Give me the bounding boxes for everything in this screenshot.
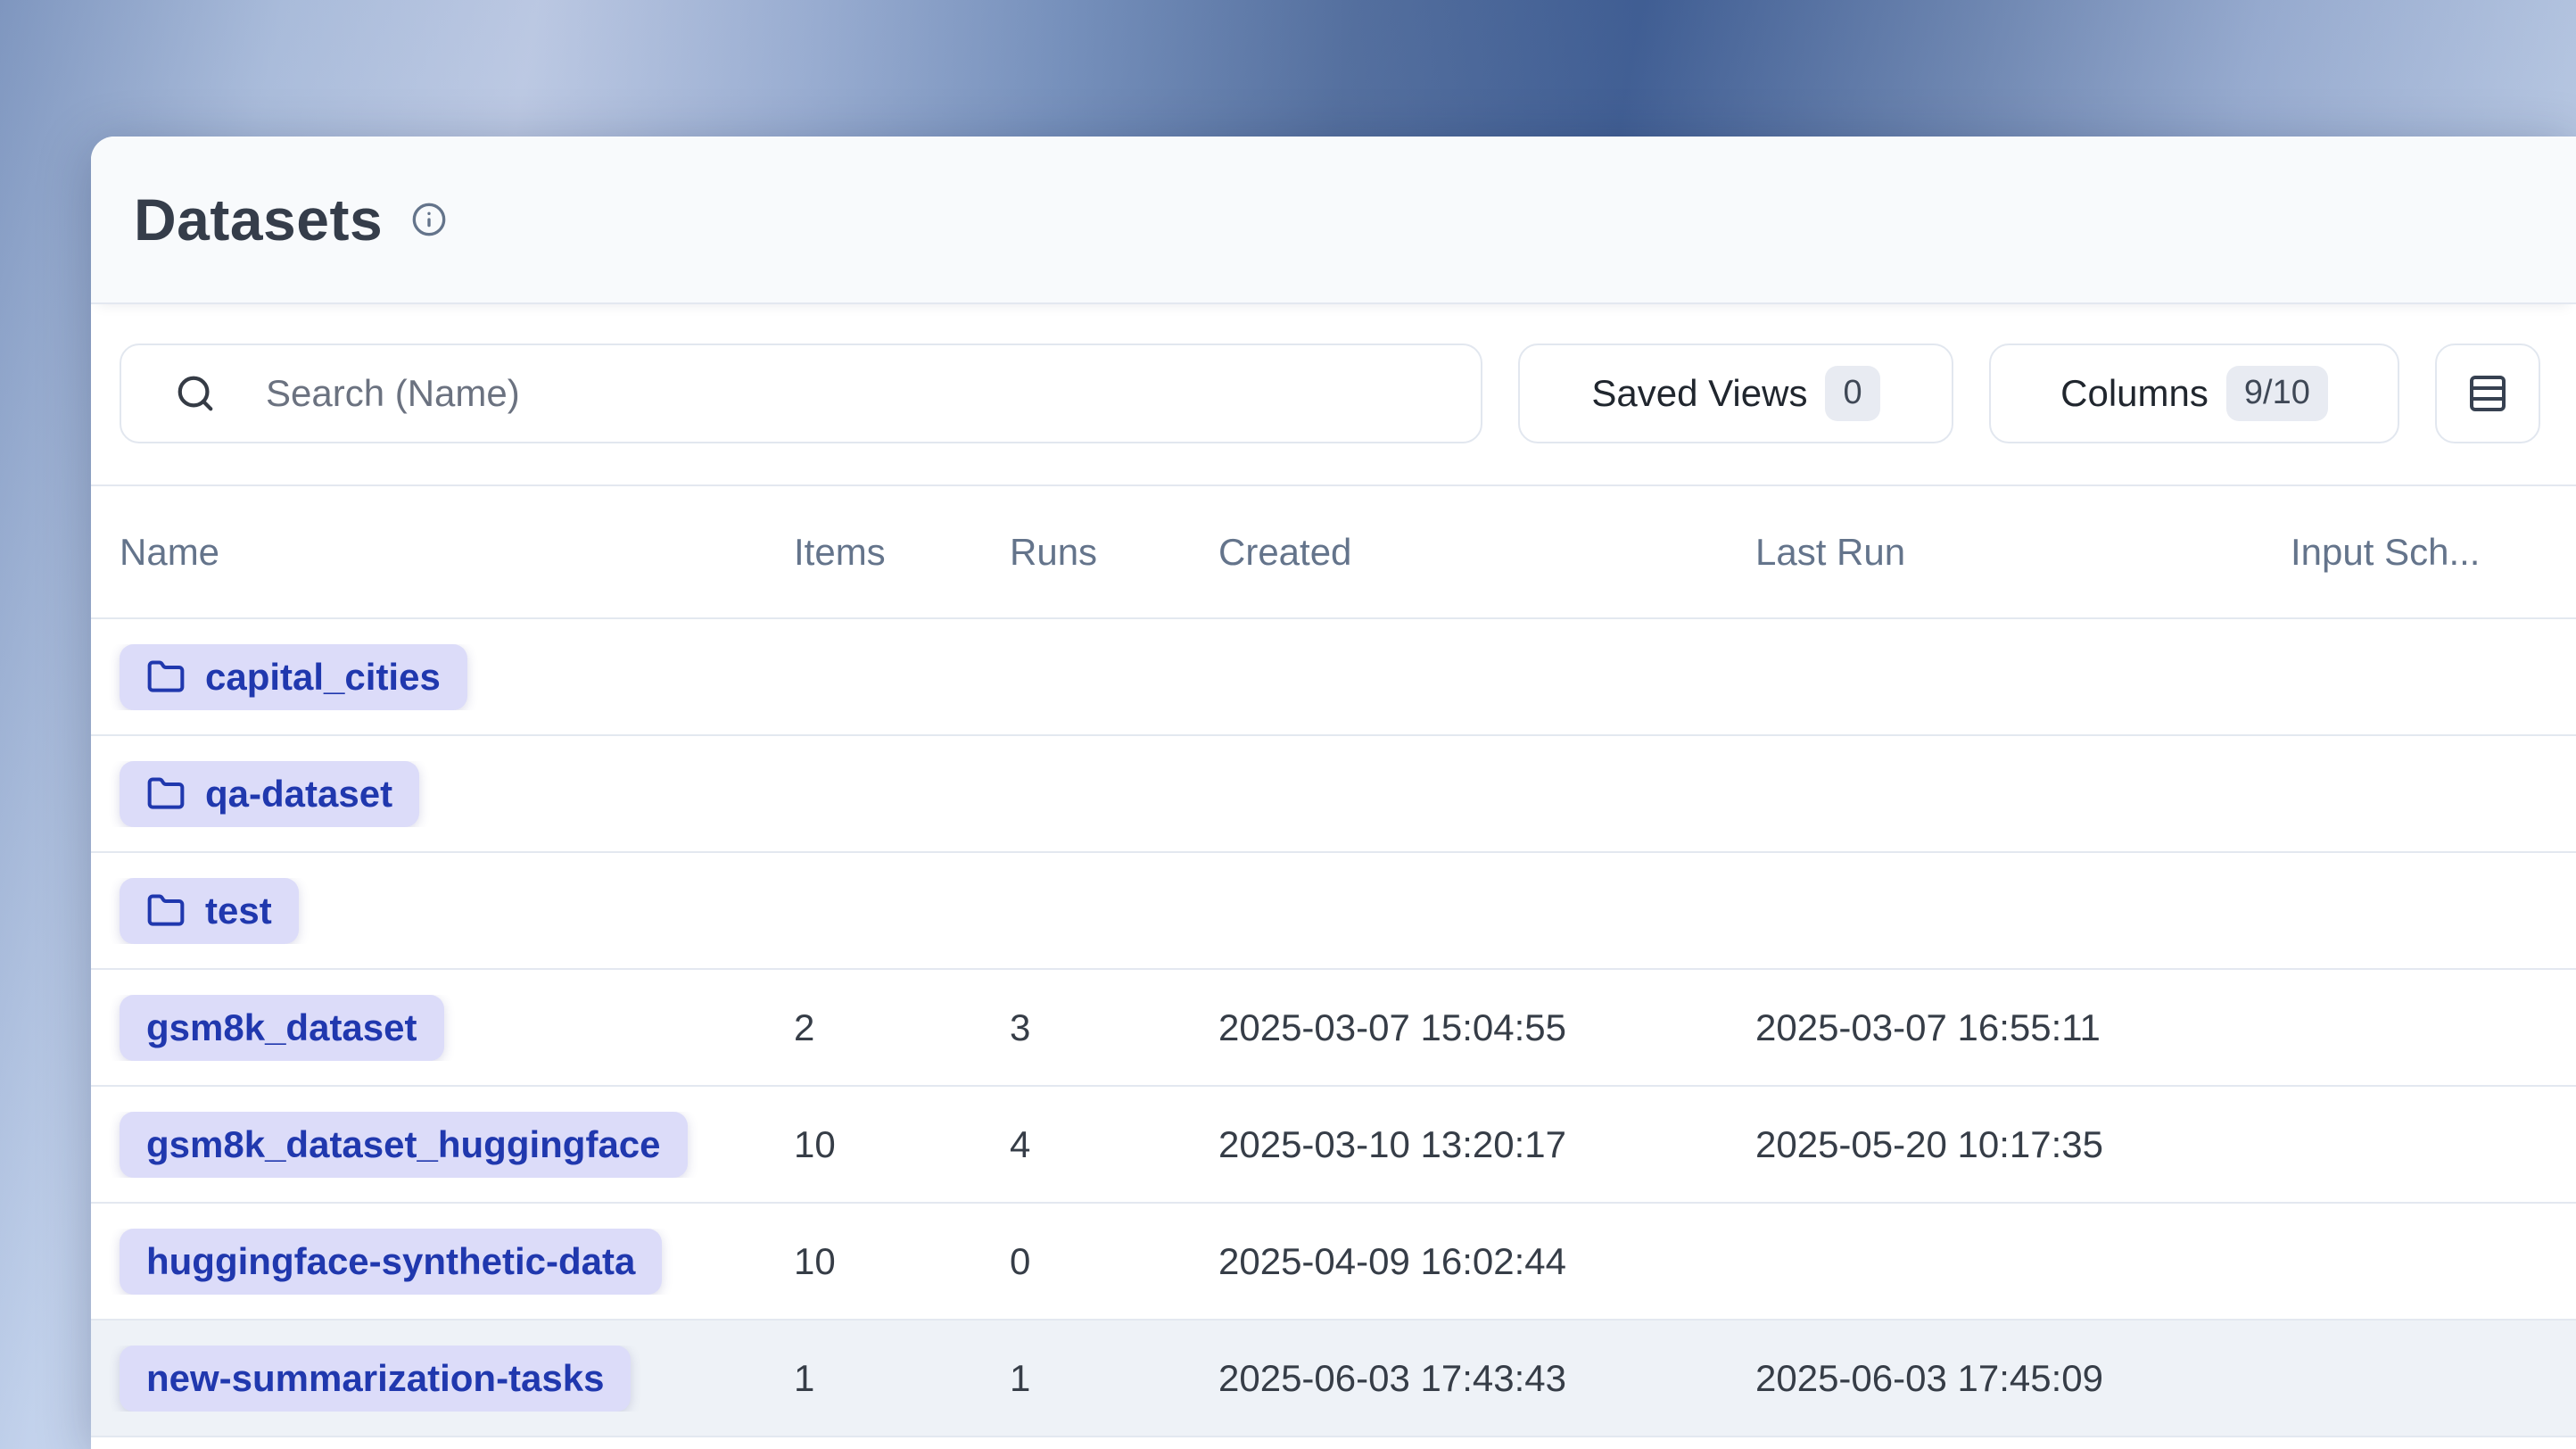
table-body: capital_cities qa-dataset	[91, 619, 2576, 1437]
table-row[interactable]: test	[91, 853, 2576, 970]
runs-cell: 3	[1010, 1006, 1218, 1049]
created-cell: 2025-03-10 13:20:17	[1218, 1123, 1755, 1166]
table-row[interactable]: gsm8k_dataset_huggingface 10 4 2025-03-1…	[91, 1087, 2576, 1204]
runs-cell: 1	[1010, 1357, 1218, 1400]
dataset-pill[interactable]: qa-dataset	[120, 761, 419, 827]
rows-icon	[2466, 372, 2509, 415]
runs-cell: 4	[1010, 1123, 1218, 1166]
saved-views-label: Saved Views	[1591, 372, 1807, 415]
search-icon	[175, 373, 216, 414]
name-cell: qa-dataset	[91, 761, 794, 827]
columns-button[interactable]: Columns 9/10	[1989, 344, 2399, 443]
items-cell: 1	[794, 1357, 1010, 1400]
datasets-table: NameItemsRunsCreatedLast RunInput Sch...…	[91, 484, 2576, 1437]
name-cell: gsm8k_dataset	[91, 995, 794, 1061]
saved-views-count-badge: 0	[1825, 366, 1879, 421]
folder-icon	[146, 891, 186, 931]
name-cell: huggingface-synthetic-data	[91, 1229, 794, 1295]
table-row[interactable]: qa-dataset	[91, 736, 2576, 853]
columns-label: Columns	[2060, 372, 2209, 415]
dataset-name: huggingface-synthetic-data	[146, 1240, 635, 1283]
column-header-input-sch: Input Sch...	[2291, 531, 2576, 574]
table-row[interactable]: capital_cities	[91, 619, 2576, 736]
table-row[interactable]: gsm8k_dataset 2 3 2025-03-07 15:04:55 20…	[91, 970, 2576, 1087]
dataset-name: gsm8k_dataset	[146, 1006, 417, 1049]
name-cell: new-summarization-tasks	[91, 1346, 794, 1412]
column-header-name: Name	[91, 531, 794, 574]
column-header-runs: Runs	[1010, 531, 1218, 574]
table-header-row: NameItemsRunsCreatedLast RunInput Sch...	[91, 484, 2576, 619]
page-title: Datasets	[134, 186, 383, 253]
name-cell: capital_cities	[91, 644, 794, 710]
dataset-pill[interactable]: new-summarization-tasks	[120, 1346, 631, 1412]
dataset-name: test	[205, 890, 272, 932]
datasets-panel: Datasets Saved Views 0 Columns 9/10	[91, 137, 2576, 1449]
dataset-pill[interactable]: huggingface-synthetic-data	[120, 1229, 662, 1295]
column-header-created: Created	[1218, 531, 1755, 574]
page-header: Datasets	[91, 137, 2576, 304]
search-input[interactable]	[266, 345, 1481, 442]
saved-views-button[interactable]: Saved Views 0	[1518, 344, 1953, 443]
dataset-pill[interactable]: capital_cities	[120, 644, 467, 710]
items-cell: 10	[794, 1123, 1010, 1166]
created-cell: 2025-04-09 16:02:44	[1218, 1240, 1755, 1283]
dataset-name: gsm8k_dataset_huggingface	[146, 1123, 661, 1166]
items-cell: 10	[794, 1240, 1010, 1283]
dataset-name: capital_cities	[205, 656, 441, 699]
dataset-pill[interactable]: test	[120, 878, 299, 944]
toolbar: Saved Views 0 Columns 9/10	[120, 344, 2540, 443]
name-cell: gsm8k_dataset_huggingface	[91, 1112, 794, 1178]
info-icon[interactable]	[411, 202, 447, 237]
dataset-pill[interactable]: gsm8k_dataset_huggingface	[120, 1112, 688, 1178]
columns-count-badge: 9/10	[2226, 366, 2328, 421]
last-run-cell: 2025-03-07 16:55:11	[1755, 1006, 2291, 1049]
row-height-button[interactable]	[2435, 344, 2540, 443]
search-box	[120, 344, 1482, 443]
column-header-items: Items	[794, 531, 1010, 574]
created-cell: 2025-03-07 15:04:55	[1218, 1006, 1755, 1049]
column-header-last-run: Last Run	[1755, 531, 2291, 574]
dataset-name: qa-dataset	[205, 773, 392, 816]
items-cell: 2	[794, 1006, 1010, 1049]
name-cell: test	[91, 878, 794, 944]
table-row[interactable]: huggingface-synthetic-data 10 0 2025-04-…	[91, 1204, 2576, 1321]
created-cell: 2025-06-03 17:43:43	[1218, 1357, 1755, 1400]
last-run-cell: 2025-05-20 10:17:35	[1755, 1123, 2291, 1166]
dataset-name: new-summarization-tasks	[146, 1357, 604, 1400]
runs-cell: 0	[1010, 1240, 1218, 1283]
last-run-cell: 2025-06-03 17:45:09	[1755, 1357, 2291, 1400]
folder-icon	[146, 774, 186, 814]
dataset-pill[interactable]: gsm8k_dataset	[120, 995, 444, 1061]
table-row[interactable]: new-summarization-tasks 1 1 2025-06-03 1…	[91, 1321, 2576, 1437]
folder-icon	[146, 658, 186, 697]
